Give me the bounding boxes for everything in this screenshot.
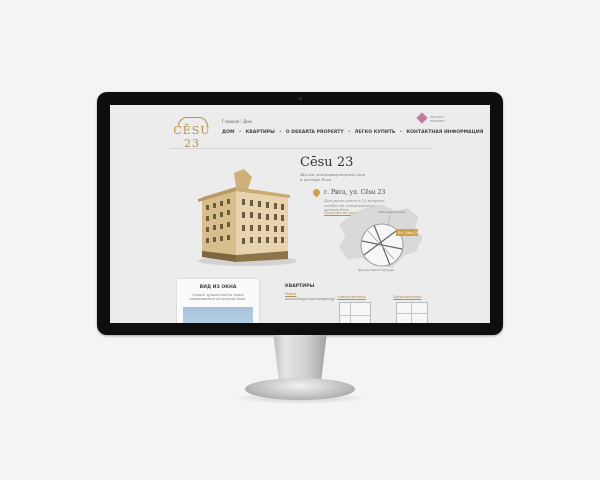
address: г. Рига, ул. Cēsu 23 [324, 189, 386, 196]
diamond-icon [416, 112, 428, 124]
nav-separator: • [347, 130, 351, 135]
floor-plan-one-room[interactable] [339, 302, 371, 323]
window-view-card[interactable]: ВИД ИЗ ОКНА Самый лучший вид на город от… [177, 279, 259, 323]
view-card-text: Самый лучший вид на город открывается из… [189, 293, 247, 302]
website-screen: CĒSU 23 Главная / Дом DEKARTA PROPERTY Д… [110, 105, 490, 323]
monitor: CĒSU 23 Главная / Дом DEKARTA PROPERTY Д… [97, 92, 503, 335]
nav-separator: • [238, 130, 242, 135]
map-district-label: Пригородный район [378, 210, 406, 214]
nav-item-about[interactable]: O DEKARTA PROPERTY [286, 130, 344, 135]
location-pin-icon [311, 187, 322, 198]
page-subtitle: Жилой многоквартирный дом в центре Риги [300, 172, 366, 182]
building-illustration [198, 169, 296, 266]
nav-item-contacts[interactable]: КОНТАКТНАЯ ИНФОРМАЦИЯ [406, 130, 483, 135]
nav-divider [170, 148, 432, 149]
logo-text: CĒSU 23 [173, 124, 211, 150]
view-card-title: ВИД ИЗ ОКНА [199, 285, 237, 290]
nav-separator: • [278, 130, 282, 135]
breadcrumb-root[interactable]: Главная [222, 119, 239, 124]
apartments-title: КВАРТИРЫ [285, 284, 315, 289]
nav-item-buy[interactable]: ЛЕГКО КУПИТЬ [355, 130, 396, 135]
partner-logo[interactable]: DEKARTA PROPERTY [416, 112, 446, 127]
nav-item-apartments[interactable]: КВАРТИРЫ [246, 130, 275, 135]
apartments-note: подходящую вам квартиру [285, 297, 335, 301]
map-marker-label: Ул. Cēsu 23 [398, 231, 419, 235]
location-map[interactable]: Ул. Cēsu 23 Пригородный район Церковь Св… [334, 201, 430, 281]
plan-two-room-link[interactable]: Двухкомнатные [393, 295, 422, 299]
nav-item-home[interactable]: ДОМ [222, 130, 235, 135]
nav-separator: • [399, 130, 403, 135]
breadcrumb-current: Дом [243, 119, 252, 124]
main-nav: ДОМ • КВАРТИРЫ • O DEKARTA PROPERTY • ЛЕ… [222, 130, 483, 135]
breadcrumb: Главная / Дом [222, 119, 252, 124]
site-logo[interactable]: CĒSU 23 [172, 117, 212, 150]
floor-plan-two-room[interactable] [396, 302, 428, 323]
find-apartment-link[interactable]: Найти [285, 292, 296, 296]
plan-one-room-link[interactable]: Однокомнатные [337, 295, 366, 299]
partner-name: DEKARTA PROPERTY [430, 115, 446, 123]
monitor-base [245, 378, 355, 400]
map-church-label: Церковь Святой Гертруды [358, 268, 394, 272]
window-view-photo [183, 307, 253, 323]
page-title: Cēsu 23 [300, 155, 354, 170]
camera-dot [299, 97, 302, 100]
